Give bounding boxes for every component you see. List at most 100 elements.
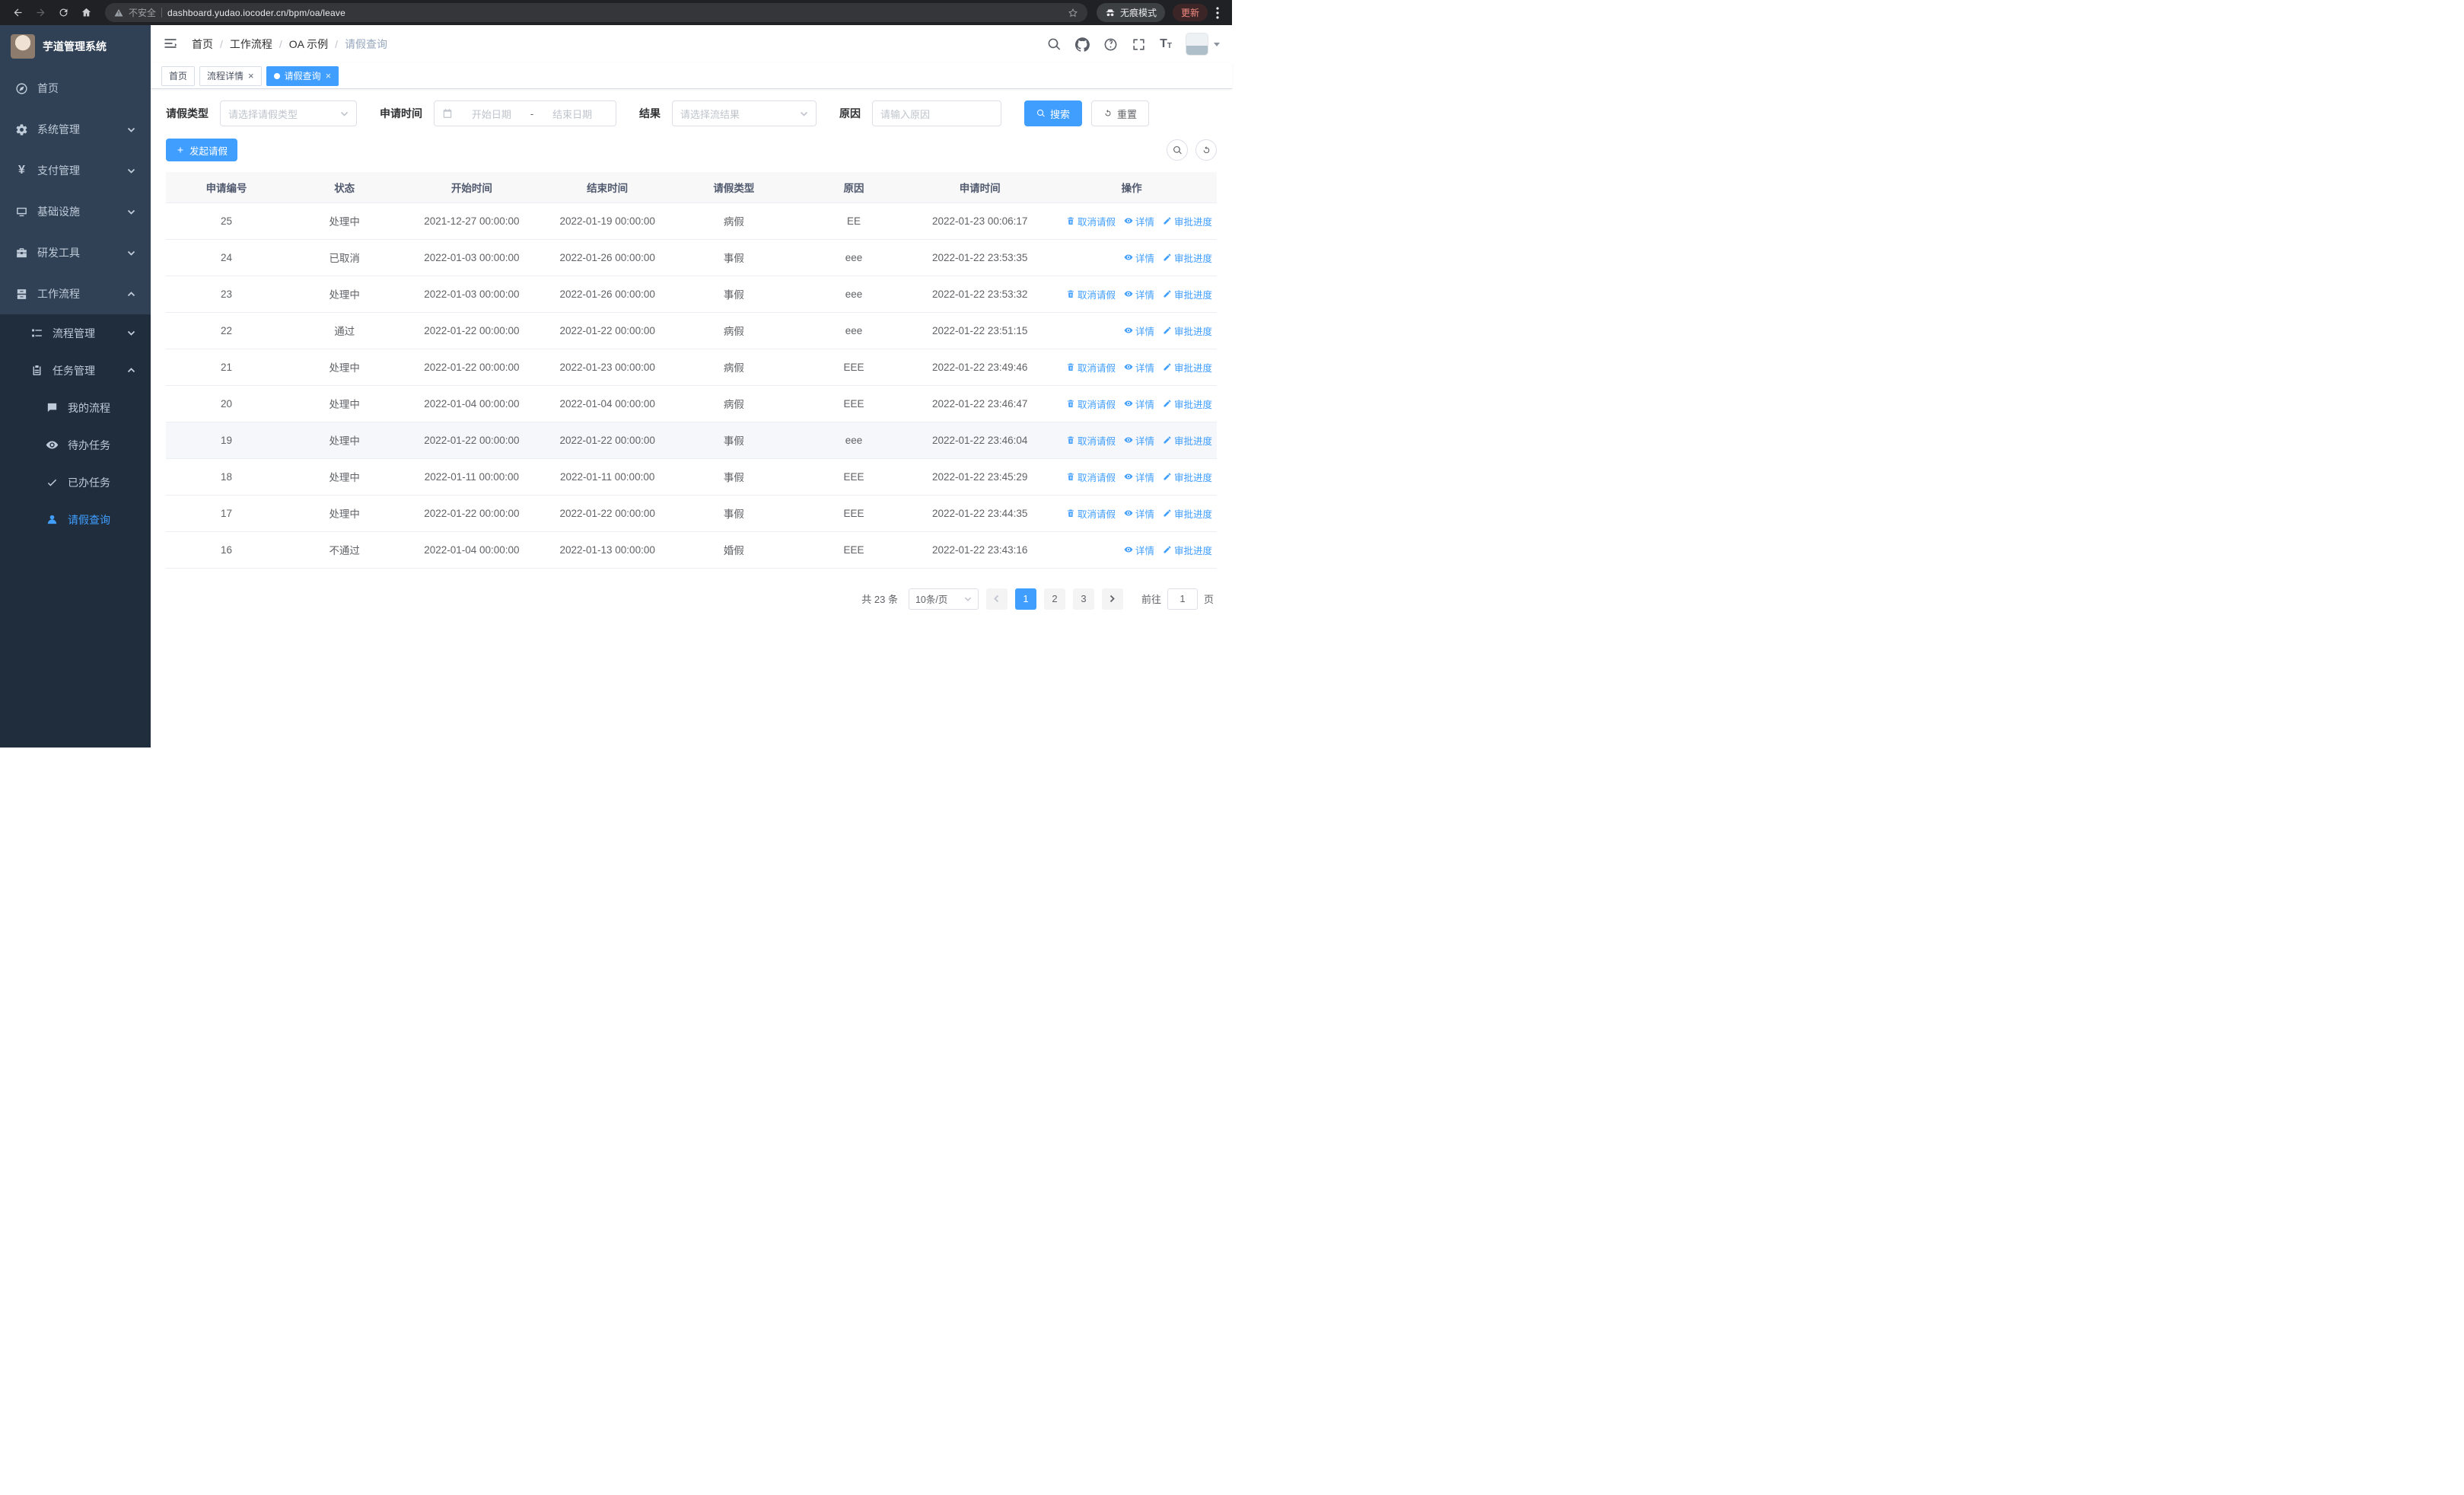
page-content: 请假类型 请选择请假类型 申请时间 开始日期 - 结束日期 结果 请选择流结果 … [151,89,1232,748]
sidebar-item-todo-tasks[interactable]: 待办任务 [0,426,151,464]
cancel-action-link[interactable]: 取消请假 [1066,214,1116,228]
leave-type-select[interactable]: 请选择请假类型 [220,100,357,126]
progress-action-link[interactable]: 审批进度 [1163,397,1212,411]
next-page-button[interactable] [1101,588,1123,610]
security-label[interactable]: 不安全 [129,6,156,19]
browser-update-button[interactable]: 更新 [1172,4,1208,21]
date-range-input[interactable]: 开始日期 - 结束日期 [434,100,616,126]
avatar[interactable] [1186,33,1208,56]
detail-action-link[interactable]: 详情 [1124,470,1154,484]
list-tree-icon [30,327,43,339]
cancel-action-link[interactable]: 取消请假 [1066,470,1116,484]
goto-page-input[interactable] [1167,588,1198,610]
tab-home[interactable]: 首页 [161,65,196,86]
detail-action-link[interactable]: 详情 [1124,506,1154,521]
table-row: 25 处理中 2021-12-27 00:00:00 2022-01-19 00:00… [166,202,1217,240]
col-start-time: 开始时间 [402,172,542,203]
cancel-action-link[interactable]: 取消请假 [1066,397,1116,411]
sidebar-collapse-icon[interactable] [163,36,180,53]
tab-process-detail[interactable]: 流程详情 × [199,65,262,86]
reload-icon[interactable] [53,3,73,23]
page-size-select[interactable]: 10条/页 [908,588,979,610]
detail-action-link[interactable]: 详情 [1124,397,1154,411]
forward-icon[interactable] [30,3,50,23]
cell-start: 2022-01-03 00:00:00 [402,276,542,313]
filter-leave-type: 请假类型 请选择请假类型 [166,100,357,126]
detail-action-link[interactable]: 详情 [1124,287,1154,301]
home-icon[interactable] [76,3,96,23]
cell-end: 2022-01-22 00:00:00 [541,495,673,532]
sidebar-item-home[interactable]: 首页 [0,68,151,109]
reason-input[interactable]: 请输入原因 [872,100,1001,126]
progress-action-link[interactable]: 审批进度 [1163,214,1212,228]
refresh-table-button[interactable] [1195,139,1217,161]
cancel-action-link[interactable]: 取消请假 [1066,287,1116,301]
cancel-action-link[interactable]: 取消请假 [1066,360,1116,375]
font-size-icon[interactable]: TT [1160,38,1172,50]
help-icon[interactable] [1103,37,1118,52]
cancel-action-link[interactable]: 取消请假 [1066,433,1116,448]
tab-leave-query[interactable]: 请假查询 × [266,65,339,86]
cell-status: 处理中 [287,422,403,459]
progress-action-link[interactable]: 审批进度 [1163,360,1212,375]
cell-apply_time: 2022-01-22 23:44:35 [913,495,1047,532]
sidebar-item-devtools[interactable]: 研发工具 [0,232,151,273]
sidebar-item-payment[interactable]: ¥ 支付管理 [0,150,151,191]
sidebar-item-workflow[interactable]: 工作流程 [0,273,151,314]
sidebar-item-infrastructure[interactable]: 基础设施 [0,191,151,232]
cell-status: 处理中 [287,349,403,386]
close-icon[interactable]: × [326,71,332,81]
toggle-search-button[interactable] [1167,139,1188,161]
prev-page-button[interactable] [985,588,1008,610]
sidebar-item-done-tasks[interactable]: 已办任务 [0,464,151,501]
user-menu[interactable] [1186,33,1220,56]
page-button-3[interactable]: 3 [1072,588,1094,610]
sidebar-menu: 首页 系统管理 ¥ 支付管理 基础设施 研发工具 工作流程 流程管理 任务管理 … [0,68,151,748]
cell-id: 23 [166,276,288,313]
progress-action-link[interactable]: 审批进度 [1163,324,1212,338]
refresh-icon [1203,145,1209,153]
search-button[interactable]: 搜索 [1024,100,1083,126]
detail-action-link[interactable]: 详情 [1124,543,1154,557]
create-leave-button[interactable]: 发起请假 [166,139,238,161]
progress-action-link[interactable]: 审批进度 [1163,287,1212,301]
breadcrumb-item[interactable]: OA 示例 [289,37,328,52]
detail-action-link[interactable]: 详情 [1124,433,1154,448]
progress-action-link[interactable]: 审批进度 [1163,543,1212,557]
plus-icon [177,147,183,153]
sidebar-item-task-management[interactable]: 任务管理 [0,352,151,389]
browser-menu-icon[interactable] [1211,5,1224,21]
sidebar-item-leave-query[interactable]: 请假查询 [0,501,151,538]
breadcrumb-item[interactable]: 工作流程 [230,37,272,52]
sidebar-item-system[interactable]: 系统管理 [0,109,151,150]
progress-action-link[interactable]: 审批进度 [1163,506,1212,521]
progress-action-link[interactable]: 审批进度 [1163,470,1212,484]
detail-action-link[interactable]: 详情 [1124,360,1154,375]
page-button-1[interactable]: 1 [1014,588,1036,610]
search-icon[interactable] [1047,37,1062,52]
detail-action-link[interactable]: 详情 [1124,324,1154,338]
close-icon[interactable]: × [248,71,254,81]
filter-label: 结果 [639,107,661,120]
progress-action-link[interactable]: 审批进度 [1163,250,1212,265]
detail-action-link[interactable]: 详情 [1124,214,1154,228]
sidebar-item-my-process[interactable]: 我的流程 [0,389,151,426]
progress-action-link[interactable]: 审批进度 [1163,433,1212,448]
breadcrumb-item[interactable]: 首页 [192,37,213,52]
cell-type: 事假 [673,495,794,532]
url-text[interactable]: dashboard.yudao.iocoder.cn/bpm/oa/leave [167,8,1062,18]
github-icon[interactable] [1075,37,1090,52]
detail-action-link[interactable]: 详情 [1124,250,1154,265]
reset-button[interactable]: 重置 [1091,100,1150,126]
fullscreen-icon[interactable] [1132,37,1146,52]
cancel-action-link[interactable]: 取消请假 [1066,506,1116,521]
address-bar[interactable]: 不安全 dashboard.yudao.iocoder.cn/bpm/oa/le… [105,3,1087,22]
result-select[interactable]: 请选择流结果 [672,100,817,126]
search-icon [1173,145,1182,154]
page-button-2[interactable]: 2 [1043,588,1065,610]
back-icon[interactable] [8,3,27,23]
chevron-down-icon [127,126,135,134]
bookmark-star-icon[interactable] [1068,8,1078,18]
sidebar-item-process-management[interactable]: 流程管理 [0,314,151,352]
table-tools [1167,139,1217,161]
